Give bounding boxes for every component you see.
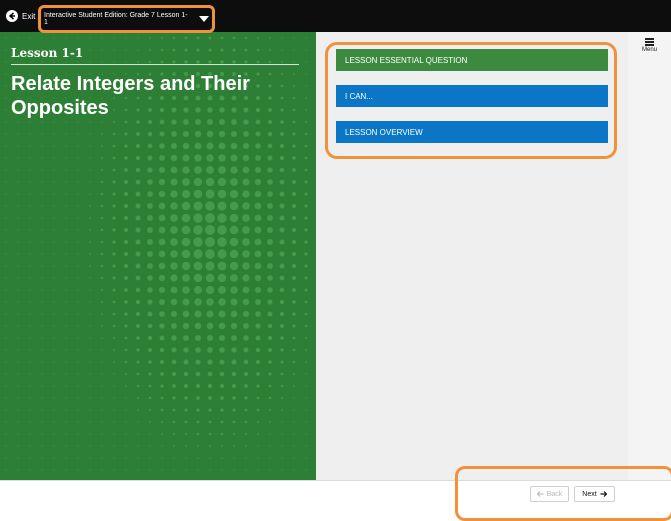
i-can-button[interactable]: I CAN...	[336, 85, 608, 107]
menu-label: Menu	[641, 47, 657, 53]
edition-selector[interactable]: Interactive Student Edition: Grade 7 Les…	[44, 11, 209, 27]
right-arrow-icon	[600, 491, 607, 497]
i-can-label: I CAN...	[345, 91, 374, 101]
side-menu-rail	[628, 32, 671, 480]
essential-question-label: LESSON ESSENTIAL QUESTION	[345, 55, 468, 65]
essential-question-button[interactable]: LESSON ESSENTIAL QUESTION	[336, 49, 608, 71]
exit-label: Exit	[22, 11, 36, 21]
title-divider	[11, 64, 299, 65]
next-label: Next	[582, 490, 597, 498]
lesson-overview-button[interactable]: LESSON OVERVIEW	[336, 121, 608, 143]
edition-label: Interactive Student Edition: Grade 7 Les…	[44, 12, 188, 26]
caret-down-icon	[199, 16, 209, 22]
back-button[interactable]: Back	[530, 486, 569, 502]
top-bar: Exit Interactive Student Edition: Grade …	[0, 0, 671, 32]
lesson-number: Lesson 1-1	[11, 46, 84, 60]
lesson-title: Relate Integers and Their Opposites	[11, 73, 250, 119]
menu-button[interactable]: Menu	[628, 38, 671, 68]
lesson-page: Exit Interactive Student Edition: Grade …	[0, 0, 671, 521]
lesson-hero-panel: Lesson 1-1 Relate Integers and Their Opp…	[0, 32, 316, 480]
bottom-nav-bar	[0, 480, 671, 521]
left-arrow-icon	[536, 491, 544, 497]
hamburger-icon	[645, 38, 654, 46]
back-arrow-icon	[6, 10, 18, 22]
lesson-overview-label: LESSON OVERVIEW	[345, 127, 423, 137]
back-label: Back	[546, 490, 563, 498]
exit-button[interactable]: Exit	[6, 9, 35, 23]
next-button[interactable]: Next	[574, 486, 615, 502]
